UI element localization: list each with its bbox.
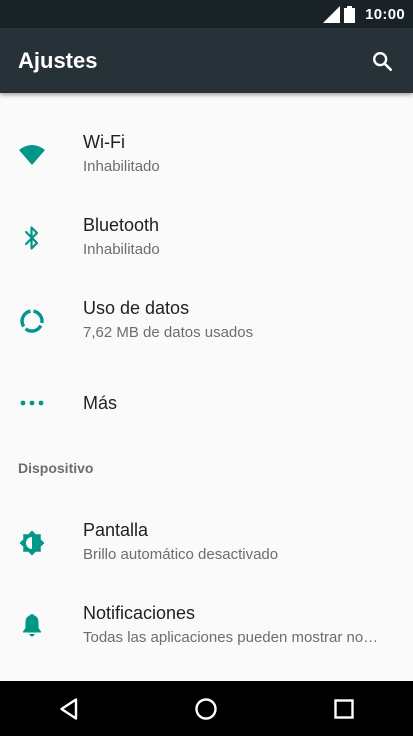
status-time: 10:00 (365, 5, 405, 23)
home-icon (195, 697, 218, 720)
search-button[interactable] (369, 48, 395, 74)
settings-item-title: Bluetooth (83, 215, 160, 235)
settings-item-wifi[interactable]: Wi-Fi Inhabilitado (0, 120, 413, 190)
settings-item-title: Más (83, 393, 118, 413)
settings-list: Wi-Fi Inhabilitado Bluetooth Inhabilitad… (0, 93, 413, 681)
settings-item-more[interactable]: Más (0, 369, 413, 439)
cell-signal-icon (323, 5, 341, 23)
brightness-icon (18, 529, 46, 557)
settings-item-notifications[interactable]: Notificaciones Todas las aplicaciones pu… (0, 591, 413, 661)
home-button[interactable] (186, 689, 226, 729)
battery-icon (344, 5, 356, 23)
settings-item-subtitle: Brillo automático desactivado (83, 546, 279, 563)
section-header-device: Dispositivo (18, 460, 94, 476)
settings-item-bluetooth[interactable]: Bluetooth Inhabilitado (0, 203, 413, 273)
wifi-icon (18, 141, 46, 169)
settings-item-subtitle: Inhabilitado (83, 241, 160, 258)
status-bar: 10:00 (0, 0, 413, 28)
settings-item-title: Wi-Fi (83, 132, 125, 152)
settings-item-subtitle: 7,62 MB de datos usados (83, 324, 254, 341)
recents-icon (334, 698, 354, 719)
recents-button[interactable] (324, 689, 364, 729)
settings-item-subtitle: Todas las aplicaciones pueden mostrar no… (83, 629, 379, 646)
bluetooth-icon (18, 224, 46, 252)
bell-icon (18, 612, 46, 640)
navigation-bar (0, 681, 413, 736)
data-usage-icon (18, 307, 46, 335)
settings-item-display[interactable]: Pantalla Brillo automático desactivado (0, 508, 413, 578)
page-title: Ajustes (18, 47, 98, 73)
app-bar: Ajustes (0, 28, 413, 93)
settings-item-title: Uso de datos (83, 298, 190, 318)
settings-item-title: Pantalla (83, 520, 149, 540)
settings-item-subtitle: Inhabilitado (83, 158, 160, 175)
settings-item-data-usage[interactable]: Uso de datos 7,62 MB de datos usados (0, 286, 413, 356)
back-button[interactable] (49, 689, 89, 729)
more-icon (18, 389, 46, 417)
search-icon (373, 51, 392, 71)
back-icon (60, 697, 78, 720)
settings-item-title: Notificaciones (83, 603, 196, 623)
